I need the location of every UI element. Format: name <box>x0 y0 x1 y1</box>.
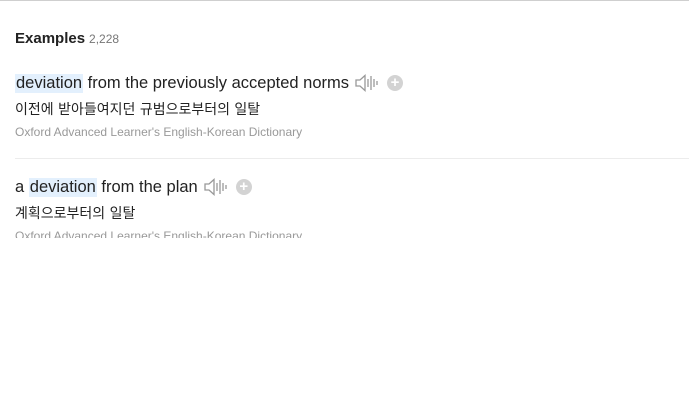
example-translation: 이전에 받아들여지던 규범으로부터의 일탈 <box>15 102 261 118</box>
highlighted-term[interactable]: deviation <box>28 177 97 197</box>
speaker-icon[interactable] <box>204 178 228 196</box>
plus-icon[interactable]: + <box>387 75 404 91</box>
sentence-text: from the previously accepted norms <box>83 73 350 92</box>
highlighted-term[interactable]: deviation <box>15 73 84 93</box>
plus-icon[interactable]: + <box>235 179 252 195</box>
top-divider <box>0 0 689 1</box>
example-sentence: a deviation from the plan + <box>15 177 689 197</box>
examples-panel: Examples 2,228 deviation from the previo… <box>0 0 689 409</box>
example-item: a deviation from the plan + 계획으로부터의 일탈 O… <box>15 177 689 238</box>
examples-header: Examples 2,228 <box>15 30 119 47</box>
example-item: deviation from the previously accepted n… <box>15 73 689 139</box>
examples-count: 2,228 <box>89 32 120 46</box>
example-sentence: deviation from the previously accepted n… <box>15 73 689 93</box>
speaker-icon[interactable] <box>355 74 379 92</box>
sentence-prefix: a <box>15 177 29 196</box>
example-translation: 계획으로부터의 일탈 <box>15 206 136 222</box>
example-source[interactable]: Oxford Advanced Learner's English-Korean… <box>15 125 689 139</box>
entry-divider <box>15 158 689 159</box>
examples-title: Examples <box>15 30 86 47</box>
sentence-text: from the plan <box>96 177 198 196</box>
example-source[interactable]: Oxford Advanced Learner's English-Korean… <box>15 229 689 238</box>
